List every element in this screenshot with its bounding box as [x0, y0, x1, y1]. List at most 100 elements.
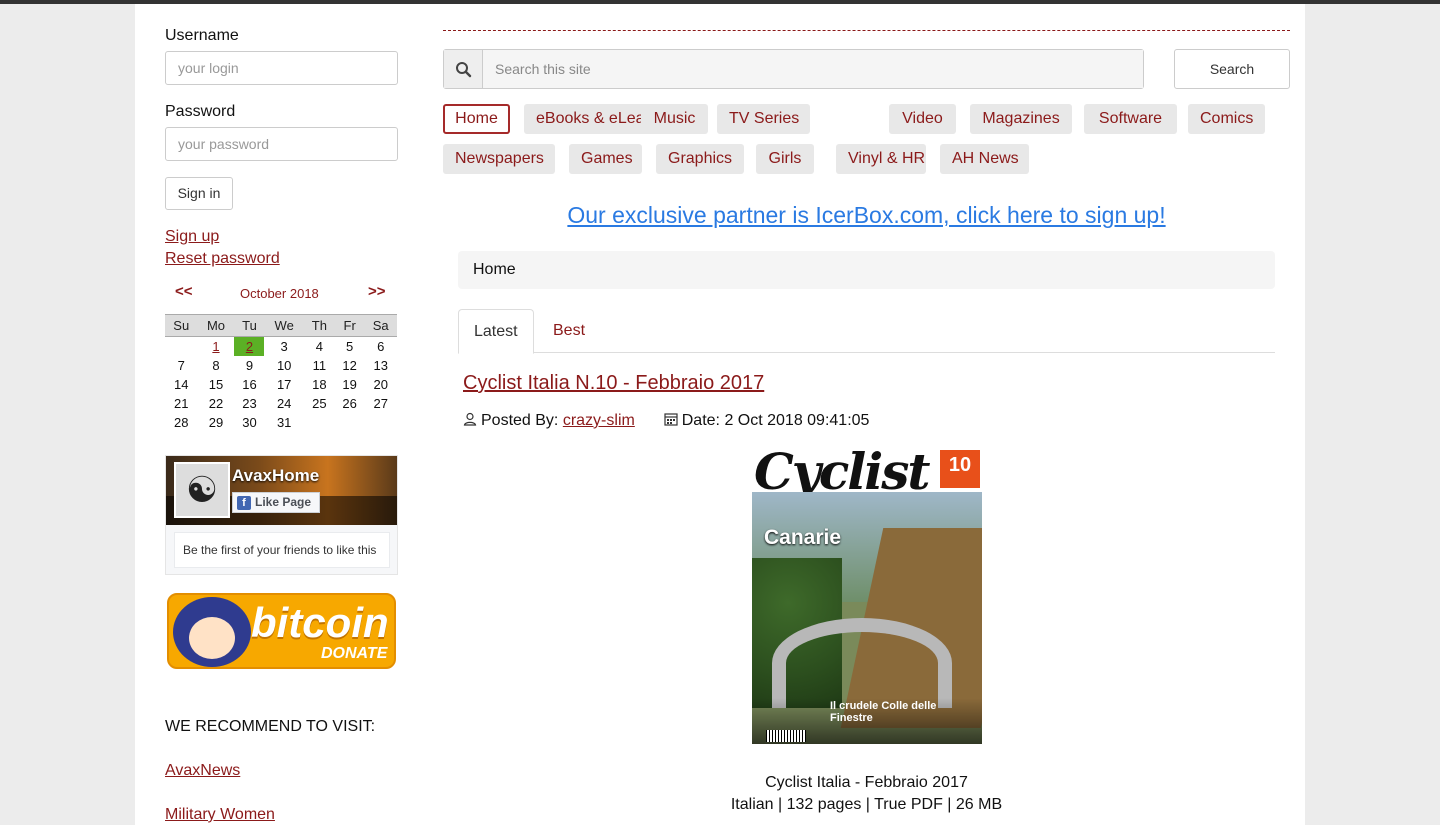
calendar-day: 11 — [312, 357, 327, 373]
calendar-day: 12 — [342, 357, 357, 373]
dashed-divider — [443, 30, 1290, 31]
date-label: Date: — [681, 412, 720, 429]
calendar-day[interactable]: 2 — [234, 336, 265, 356]
nav-item-music[interactable]: Music — [641, 104, 708, 134]
calendar-weekday: Su — [165, 314, 198, 337]
tab-best[interactable]: Best — [538, 309, 600, 353]
calendar-day: 8 — [212, 357, 220, 373]
calendar-day-link[interactable]: 2 — [246, 339, 253, 354]
calendar-month: October 2018 — [240, 286, 319, 301]
cover-subline: Il crudele Colle delle Finestre — [830, 700, 937, 724]
calendar-day: 22 — [208, 395, 224, 411]
nav-item-graphics[interactable]: Graphics — [656, 144, 744, 174]
tabs: Latest Best — [458, 309, 1275, 354]
bitcoin-word: bitcoin — [251, 599, 389, 646]
partner-link[interactable]: Our exclusive partner is IcerBox.com, cl… — [443, 202, 1290, 229]
calendar-day: 23 — [242, 395, 257, 411]
calendar-week: 21 22 23 24 25 26 27 — [165, 394, 397, 413]
reset-password-link[interactable]: Reset password — [165, 250, 280, 268]
barcode-icon — [766, 730, 806, 742]
calendar-week: 7 8 9 10 11 12 13 — [165, 356, 397, 375]
search-input[interactable]: Search this site — [484, 50, 1143, 88]
search-box: Search this site — [443, 49, 1144, 89]
search-icon[interactable] — [444, 50, 483, 88]
tab-latest[interactable]: Latest — [458, 309, 534, 354]
magazine-cover-image[interactable]: Cyclist 10 Canarie Il crudele Colle dell… — [752, 448, 982, 744]
bitcoin-donate-label: DONATE — [321, 645, 388, 662]
calendar-day: 24 — [276, 395, 292, 411]
post-meta: Posted By: crazy-slim Date: 2 Oct 2018 0… — [463, 412, 869, 430]
calendar-weekdays: Su Mo Tu We Th Fr Sa — [165, 314, 397, 337]
recommend-link-military-women[interactable]: Military Women — [165, 806, 275, 824]
calendar: Su Mo Tu We Th Fr Sa 1 2 3 4 5 6 7 8 9 10 11 12 13 14 15 16 17… — [165, 314, 397, 432]
calendar-weekday: Tu — [234, 314, 265, 337]
nav-item-games[interactable]: Games — [569, 144, 642, 174]
signin-button[interactable]: Sign in — [165, 177, 233, 210]
calendar-day: 20 — [373, 376, 388, 392]
nav-item-software[interactable]: Software — [1084, 104, 1177, 134]
user-icon — [463, 412, 477, 426]
calendar-day: 21 — [174, 395, 189, 411]
calendar-day — [304, 413, 335, 432]
calendar-day: 5 — [346, 338, 354, 354]
calendar-prev[interactable]: << — [175, 283, 193, 300]
calendar-day: 10 — [276, 357, 292, 373]
calendar-weekday: Th — [303, 314, 335, 337]
nav-item-ah-news[interactable]: AH News — [940, 144, 1029, 174]
calendar-icon — [664, 413, 678, 426]
calendar-day[interactable]: 1 — [198, 337, 235, 356]
calendar-day: 14 — [174, 376, 189, 392]
calendar-week: 28 29 30 31 — [165, 413, 397, 432]
calendar-week: 1 2 3 4 5 6 — [165, 336, 397, 356]
calendar-day — [165, 337, 198, 356]
nav-item-tv-series[interactable]: TV Series — [717, 104, 810, 134]
calendar-day: 31 — [276, 414, 292, 430]
anime-mascot-icon — [173, 597, 251, 667]
calendar-day: 26 — [342, 395, 357, 411]
nav-item-comics[interactable]: Comics — [1188, 104, 1265, 134]
calendar-day: 27 — [373, 395, 388, 411]
calendar-day: 30 — [242, 414, 257, 430]
calendar-day: 3 — [280, 338, 288, 354]
nav-item-home[interactable]: Home — [443, 104, 510, 134]
bitcoin-donate-banner[interactable]: bitcoin DONATE — [167, 593, 396, 669]
facebook-like-label: Like Page — [255, 495, 312, 509]
username-label: Username — [165, 27, 239, 44]
facebook-page-name[interactable]: AvaxHome — [232, 466, 319, 486]
signup-link[interactable]: Sign up — [165, 228, 219, 246]
password-label: Password — [165, 103, 236, 120]
calendar-day: 29 — [208, 414, 224, 430]
breadcrumb: Home — [458, 251, 1275, 289]
username-input[interactable]: your login — [165, 51, 398, 85]
calendar-next[interactable]: >> — [368, 283, 386, 300]
nav-item-vinyl-hr[interactable]: Vinyl & HR — [836, 144, 926, 174]
post-date: 2 Oct 2018 09:41:05 — [724, 412, 870, 429]
nav-item-magazines[interactable]: Magazines — [970, 104, 1072, 134]
nav-item-video[interactable]: Video — [889, 104, 956, 134]
calendar-day: 25 — [312, 395, 327, 411]
posted-by-label: Posted By: — [481, 412, 559, 429]
calendar-day: 17 — [276, 376, 292, 392]
nav-item-girls[interactable]: Girls — [756, 144, 814, 174]
recommend-link-avaxnews[interactable]: AvaxNews — [165, 762, 240, 780]
calendar-day — [335, 413, 365, 432]
post-caption-title: Cyclist Italia - Febbraio 2017 — [765, 774, 968, 791]
calendar-weekday: We — [264, 314, 304, 337]
facebook-icon: f — [237, 496, 251, 510]
calendar-weekday: Sa — [364, 314, 397, 337]
page-container: Username your login Password your passwo… — [135, 4, 1305, 825]
facebook-like-button[interactable]: f Like Page — [232, 492, 320, 513]
calendar-day-link[interactable]: 1 — [212, 339, 219, 354]
search-button[interactable]: Search — [1174, 49, 1290, 89]
calendar-days: 1 2 3 4 5 6 7 8 9 10 11 12 13 14 15 16 17 18 19 20 21 22 23 24 2… — [165, 336, 397, 432]
calendar-day: 15 — [208, 376, 224, 392]
calendar-day: 13 — [373, 357, 388, 373]
yin-yang-icon[interactable]: ☯ — [174, 462, 230, 518]
recommend-title: WE RECOMMEND TO VISIT: — [165, 718, 376, 735]
post-author-link[interactable]: crazy-slim — [563, 412, 635, 429]
nav-item-newspapers[interactable]: Newspapers — [443, 144, 555, 174]
facebook-friends-text: Be the first of your friends to like thi… — [174, 532, 390, 568]
password-input[interactable]: your password — [165, 127, 398, 161]
post-title[interactable]: Cyclist Italia N.10 - Febbraio 2017 — [463, 372, 764, 395]
calendar-day: 28 — [174, 414, 189, 430]
